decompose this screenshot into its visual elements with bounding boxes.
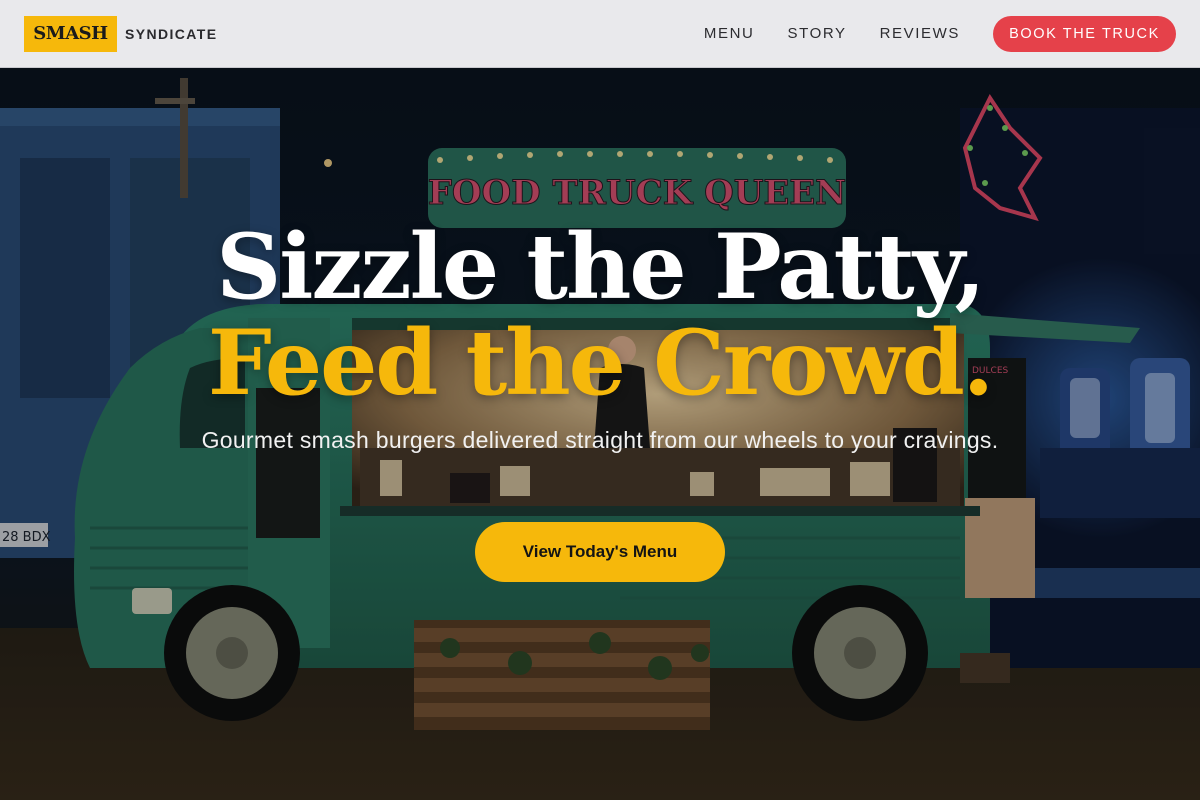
brand-name: SYNDICATE xyxy=(125,25,218,42)
nav-link-menu[interactable]: MENU xyxy=(704,25,755,42)
nav-menu: MENU STORY REVIEWS BOOK THE TRUCK xyxy=(704,15,1176,52)
hero-headline-line1: Sizzle the Patty, xyxy=(216,214,986,320)
logo[interactable]: SMASH xyxy=(24,15,117,52)
top-nav: SMASH SYNDICATE MENU STORY REVIEWS BOOK … xyxy=(0,0,1200,68)
hero-content: Sizzle the Patty, Feed the Crowd. Gourme… xyxy=(0,68,1200,800)
hero-subtitle: Gourmet smash burgers delivered straight… xyxy=(201,427,999,453)
view-menu-button[interactable]: View Today's Menu xyxy=(475,522,725,582)
hero-headline-line2: Feed the Crowd. xyxy=(207,310,994,416)
nav-link-reviews[interactable]: REVIEWS xyxy=(880,25,960,42)
nav-link-story[interactable]: STORY xyxy=(787,25,846,42)
book-truck-button[interactable]: BOOK THE TRUCK xyxy=(993,15,1176,52)
brand[interactable]: SMASH SYNDICATE xyxy=(24,15,218,52)
logo-text: SMASH xyxy=(33,23,108,44)
